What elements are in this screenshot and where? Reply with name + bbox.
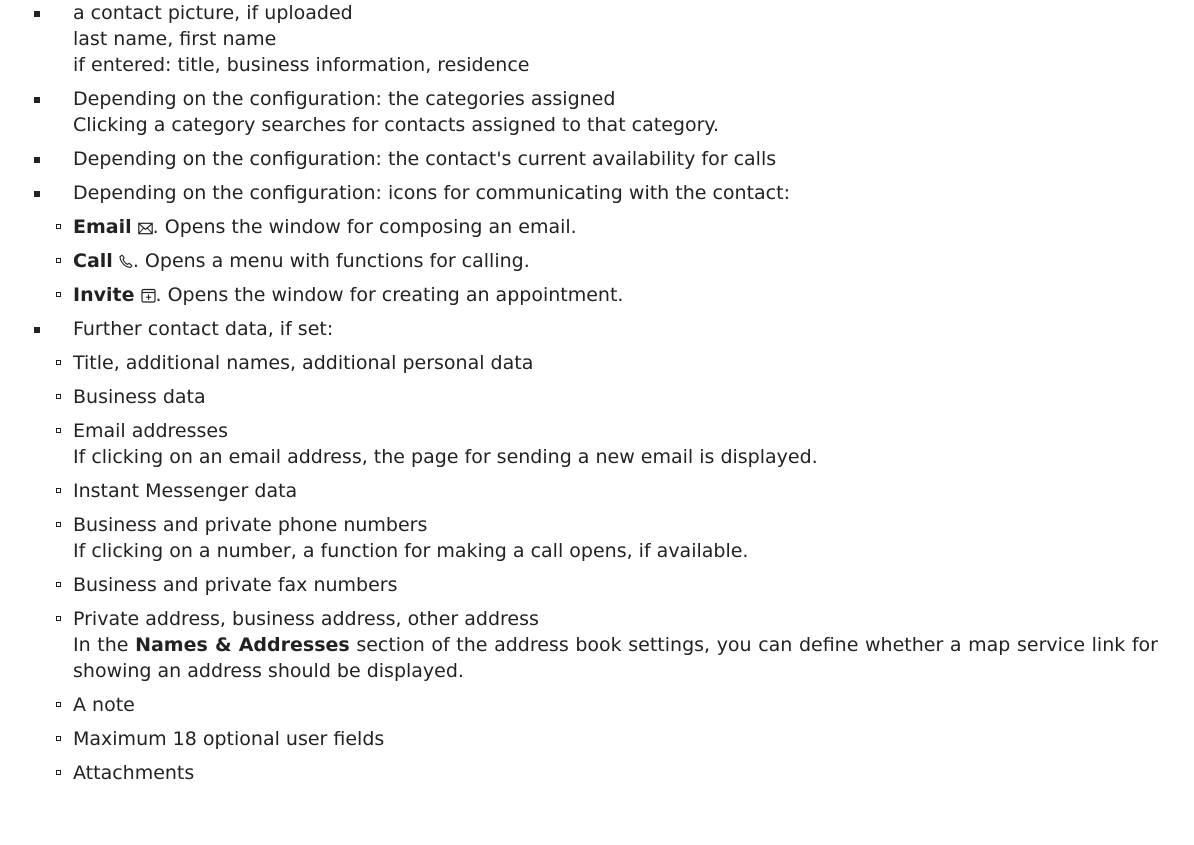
list-item: Further contact data, if set: Title, add… bbox=[0, 316, 1194, 786]
names-addresses-section-name: Names & Addresses bbox=[135, 634, 350, 656]
hollow-square-bullet bbox=[56, 702, 61, 707]
sub-list-item-text: Attachments bbox=[73, 762, 195, 784]
sub-list-item: Call . Opens a menu with functions for c… bbox=[56, 248, 1158, 276]
call-description: . Opens a menu with functions for callin… bbox=[132, 250, 530, 272]
list-item: Depending on the configuration: the cate… bbox=[0, 86, 1194, 138]
sub-list-item: Business and private fax numbers bbox=[56, 572, 1158, 598]
communication-icons-list: Email . Opens the window for composing a… bbox=[56, 214, 1158, 310]
sub-list-item: Invite . Opens the window for creating a… bbox=[56, 282, 1158, 310]
calendar-plus-icon bbox=[140, 284, 156, 310]
sub-list-item: Title, additional names, additional pers… bbox=[56, 350, 1158, 376]
list-item-text: Further contact data, if set: bbox=[73, 318, 334, 340]
sub-list-item-text: Business and private fax numbers bbox=[73, 574, 398, 596]
sub-list-item-text: A note bbox=[73, 694, 135, 716]
square-bullet bbox=[34, 157, 40, 163]
list-item-text: Clicking a category searches for contact… bbox=[73, 114, 719, 136]
sub-list-item-text: Instant Messenger data bbox=[73, 480, 298, 502]
list-item: a contact picture, if uploaded last name… bbox=[0, 0, 1194, 78]
square-bullet bbox=[34, 191, 40, 197]
list-item-text: a contact picture, if uploaded bbox=[73, 2, 353, 24]
hollow-square-bullet bbox=[56, 488, 61, 493]
call-label: Call bbox=[73, 250, 113, 272]
envelope-icon bbox=[137, 216, 153, 242]
note-text: In the bbox=[73, 634, 136, 656]
list-item-text: Depending on the configuration: the cont… bbox=[73, 148, 777, 170]
sub-list-item-text: If clicking on an email address, the pag… bbox=[73, 446, 818, 468]
sub-list-item: A note bbox=[56, 692, 1158, 718]
sub-list-item-text: If clicking on a number, a function for … bbox=[73, 540, 749, 562]
further-data-list: Title, additional names, additional pers… bbox=[56, 350, 1158, 786]
sub-list-item-text: Business and private phone numbers bbox=[73, 514, 428, 536]
hollow-square-bullet bbox=[56, 224, 61, 229]
sub-list-item: Private address, business address, other… bbox=[56, 606, 1158, 684]
list-item-text: last name, first name bbox=[73, 28, 277, 50]
sub-list-item-text: Private address, business address, other… bbox=[73, 608, 539, 630]
sub-list-item-text: Title, additional names, additional pers… bbox=[73, 352, 534, 374]
sub-list-item-text: Email addresses bbox=[73, 420, 228, 442]
square-bullet bbox=[34, 11, 40, 17]
hollow-square-bullet bbox=[56, 258, 61, 263]
sub-list-item-text: Maximum 18 optional user fields bbox=[73, 728, 385, 750]
sub-list-item-text: Business data bbox=[73, 386, 206, 408]
hollow-square-bullet bbox=[56, 616, 61, 621]
hollow-square-bullet bbox=[56, 292, 61, 297]
email-description: . Opens the window for composing an emai… bbox=[152, 216, 577, 238]
hollow-square-bullet bbox=[56, 770, 61, 775]
sub-list-item: Instant Messenger data bbox=[56, 478, 1158, 504]
map-link-setting-note: In the Names & Addresses section of the … bbox=[73, 632, 1158, 684]
sub-list-item: Maximum 18 optional user fields bbox=[56, 726, 1158, 752]
invite-description: . Opens the window for creating an appoi… bbox=[155, 284, 624, 306]
sub-list-item: Business and private phone numbers If cl… bbox=[56, 512, 1158, 564]
phone-icon bbox=[119, 250, 133, 276]
sub-list-item: Email addresses If clicking on an email … bbox=[56, 418, 1158, 470]
sub-list-item: Email . Opens the window for composing a… bbox=[56, 214, 1158, 242]
hollow-square-bullet bbox=[56, 394, 61, 399]
list-item: Depending on the configuration: icons fo… bbox=[0, 180, 1194, 308]
document-body: a contact picture, if uploaded last name… bbox=[0, 0, 1194, 794]
sub-list-item: Business data bbox=[56, 384, 1158, 410]
list-item: Depending on the configuration: the cont… bbox=[0, 146, 1194, 172]
list-item-text: if entered: title, business information,… bbox=[73, 54, 530, 76]
hollow-square-bullet bbox=[56, 360, 61, 365]
list-item-text: Depending on the configuration: the cate… bbox=[73, 88, 616, 110]
email-label: Email bbox=[73, 216, 132, 238]
invite-label: Invite bbox=[73, 284, 135, 306]
hollow-square-bullet bbox=[56, 736, 61, 741]
sub-list-item: Attachments bbox=[56, 760, 1158, 786]
square-bullet bbox=[34, 327, 40, 333]
hollow-square-bullet bbox=[56, 582, 61, 587]
square-bullet bbox=[34, 97, 40, 103]
hollow-square-bullet bbox=[56, 428, 61, 433]
contact-details-list: a contact picture, if uploaded last name… bbox=[0, 0, 1194, 786]
hollow-square-bullet bbox=[56, 522, 61, 527]
list-item-text: Depending on the configuration: icons fo… bbox=[73, 182, 790, 204]
